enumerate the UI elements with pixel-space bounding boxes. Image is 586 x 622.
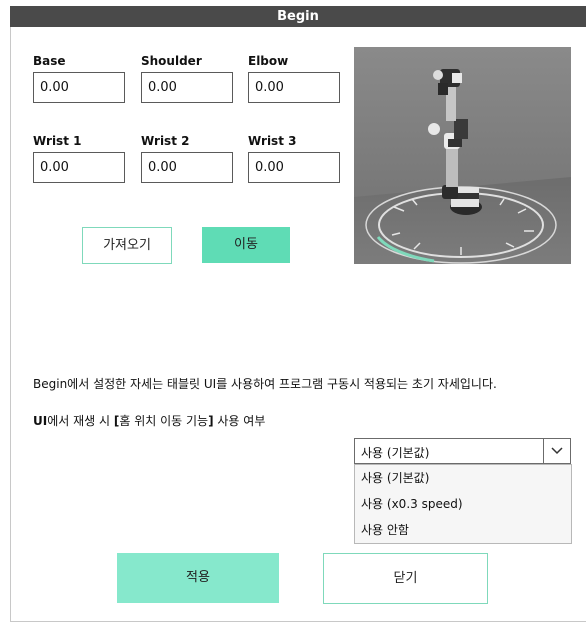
window-title: Begin (10, 6, 586, 27)
home-move-option[interactable]: 사용 (기본값) (361, 465, 561, 491)
joint-label-base: Base (33, 54, 66, 68)
fetch-button[interactable]: 가져오기 (82, 227, 172, 264)
description-line2-ui: UI (33, 414, 48, 428)
joint-input-wrist1[interactable] (33, 152, 125, 183)
move-button[interactable]: 이동 (202, 227, 290, 263)
description-line1: Begin에서 설정한 자세는 태블릿 UI를 사용하여 프로그램 구동시 적용… (33, 377, 497, 391)
joint-label-wrist3: Wrist 3 (248, 134, 297, 148)
home-move-option[interactable]: 사용 안함 (361, 517, 561, 543)
home-move-selected-value: 사용 (기본값) (361, 446, 430, 460)
robot-3d-viewport[interactable] (354, 47, 571, 264)
robot-arm-render (354, 47, 571, 264)
frame-left-border (10, 27, 11, 622)
joint-input-wrist3[interactable] (248, 152, 340, 183)
joint-input-elbow[interactable] (248, 72, 340, 103)
joint-label-elbow: Elbow (248, 54, 289, 68)
description-line2: UI에서 재생 시 [홈 위치 이동 기능] 사용 여부 (33, 412, 265, 429)
joint-label-wrist1: Wrist 1 (33, 134, 82, 148)
description-line2-feature: 홈 위치 이동 기능 (119, 414, 209, 428)
home-move-option[interactable]: 사용 (x0.3 speed) (361, 491, 561, 517)
joint-input-wrist2[interactable] (141, 152, 233, 183)
apply-button[interactable]: 적용 (117, 553, 279, 603)
home-move-dropdown: 사용 (기본값) 사용 (x0.3 speed) 사용 안함 (354, 464, 572, 544)
home-move-select[interactable]: 사용 (기본값) (354, 438, 571, 464)
select-divider (543, 439, 544, 463)
joint-input-base[interactable] (33, 72, 125, 103)
chevron-down-icon[interactable] (549, 444, 565, 458)
joint-label-wrist2: Wrist 2 (141, 134, 190, 148)
description-line2-suffix: 사용 여부 (213, 414, 266, 428)
joint-label-shoulder: Shoulder (141, 54, 202, 68)
description-line2-rest: 에서 재생 시 (47, 414, 114, 428)
close-button[interactable]: 닫기 (323, 553, 488, 604)
joint-input-shoulder[interactable] (141, 72, 233, 103)
